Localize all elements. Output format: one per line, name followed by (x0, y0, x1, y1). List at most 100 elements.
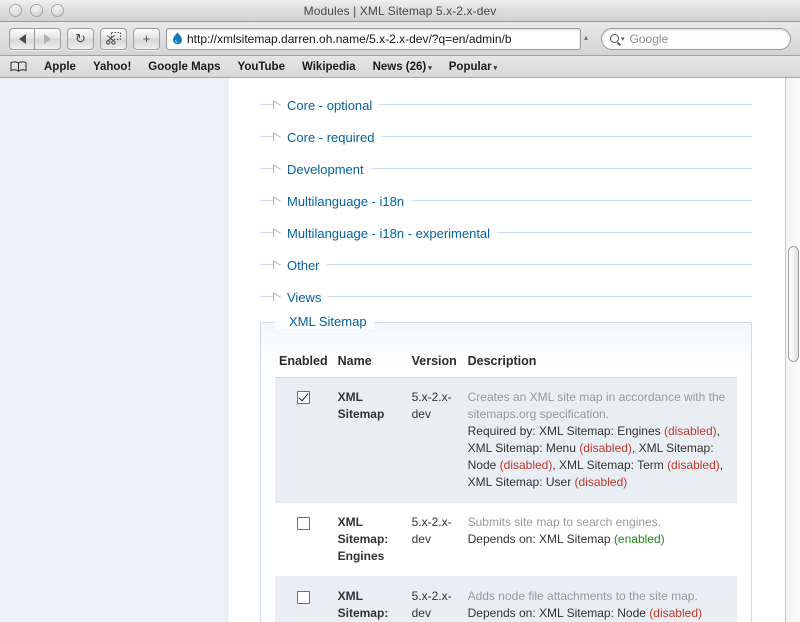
search-icon (610, 34, 619, 43)
modules-table-body: XML Sitemap5.x-2.x-devCreates an XML sit… (275, 378, 737, 622)
zoom-button[interactable] (51, 4, 64, 17)
cell-version: 5.x-2.x-dev (412, 378, 468, 503)
dependency-name: XML Sitemap: Engines (539, 424, 664, 438)
search-engine-chevron-icon[interactable]: ▾ (621, 35, 625, 43)
chevron-right-icon (274, 102, 281, 110)
dependency-name: XML Sitemap: Node (539, 606, 649, 620)
browser-toolbar: ↻ + http://xmlsitemap (0, 22, 800, 56)
forward-button[interactable] (35, 28, 61, 50)
search-field[interactable]: ▾ Google (601, 28, 791, 50)
status-disabled: (disabled) (649, 606, 702, 620)
bookmark-label: Apple (44, 61, 76, 73)
browser-window: Modules | XML Sitemap 5.x-2.x-dev ↻ (0, 0, 800, 622)
fieldset-multilanguage-i18n-experimental[interactable]: Multilanguage - i18n - experimental (260, 213, 752, 245)
fieldset-legend[interactable]: Multilanguage - i18n - experimental (274, 226, 497, 241)
cell-enabled (275, 378, 338, 503)
fieldset-xml-sitemap: XML Sitemap Enabled Name Version Descrip… (260, 322, 752, 622)
bookmark-label: YouTube (238, 61, 285, 73)
table-row: XML Sitemap5.x-2.x-devCreates an XML sit… (275, 378, 737, 503)
modules-content: Core - optional Core - required Developm… (229, 78, 785, 622)
fieldset-legend[interactable]: Multilanguage - i18n (274, 194, 411, 209)
window-controls (0, 4, 64, 17)
fieldset-legend[interactable]: Core - optional (274, 98, 379, 113)
fieldset-label[interactable]: Other (287, 258, 320, 273)
scroll-thumb[interactable] (788, 246, 799, 362)
fieldset-core-required[interactable]: Core - required (260, 117, 752, 149)
bookmark-label: Popular (449, 61, 492, 73)
fieldset-other[interactable]: Other (260, 245, 752, 277)
cell-description: Creates an XML site map in accordance wi… (468, 378, 737, 503)
table-row: XML Sitemap: Engines5.x-2.x-devSubmits s… (275, 503, 737, 577)
back-triangle-icon (19, 34, 26, 44)
fieldset-label[interactable]: Core - optional (287, 98, 372, 113)
bookmark-item-youtube[interactable]: YouTube (238, 61, 285, 73)
bookmark-item-news[interactable]: News (26)▾ (373, 61, 432, 73)
reload-button[interactable]: ↻ (67, 28, 94, 50)
fieldset-legend[interactable]: Views (274, 290, 328, 305)
description-summary: Submits site map to search engines. (468, 514, 727, 531)
bookmark-item-google-maps[interactable]: Google Maps (148, 61, 220, 73)
fieldset-label[interactable]: Core - required (287, 130, 374, 145)
description-summary: Creates an XML site map in accordance wi… (468, 389, 727, 423)
snippet-button[interactable] (100, 28, 127, 50)
address-bar[interactable]: http://xmlsitemap.darren.oh.name/5.x-2.x… (166, 28, 581, 50)
add-bookmark-button[interactable]: + (133, 28, 160, 50)
column-header-description: Description (468, 354, 737, 378)
fieldset-views[interactable]: Views (260, 277, 752, 309)
description-dependencies: Depends on: XML Sitemap (enabled) (468, 531, 727, 548)
module-enabled-checkbox[interactable] (297, 517, 310, 530)
address-dropdown-icon[interactable]: ▴ (581, 28, 591, 48)
address-text: http://xmlsitemap.darren.oh.name/5.x-2.x… (187, 32, 577, 46)
close-button[interactable] (9, 4, 22, 17)
page-sidebar (0, 78, 229, 622)
book-icon[interactable] (10, 61, 27, 72)
fieldset-body: Enabled Name Version Description XML Sit… (261, 323, 751, 622)
module-enabled-checkbox[interactable] (297, 391, 310, 404)
web-page: Core - optional Core - required Developm… (0, 78, 785, 622)
address-area: http://xmlsitemap.darren.oh.name/5.x-2.x… (166, 28, 591, 50)
bookmark-item-wikipedia[interactable]: Wikipedia (302, 61, 356, 73)
chevron-right-icon (274, 230, 281, 238)
chevron-down-icon (275, 318, 283, 325)
fieldset-legend[interactable]: Other (274, 258, 327, 273)
scrollbar-track[interactable] (786, 78, 800, 622)
module-enabled-checkbox[interactable] (297, 591, 310, 604)
cell-name: XML Sitemap: Engines (338, 503, 412, 577)
bookmark-item-apple[interactable]: Apple (44, 61, 76, 73)
cell-version: 5.x-2.x-dev (412, 503, 468, 577)
chevron-right-icon (274, 198, 281, 206)
window-title: Modules | XML Sitemap 5.x-2.x-dev (0, 4, 800, 18)
bookmark-item-popular[interactable]: Popular▾ (449, 61, 497, 73)
bookmark-label: Google Maps (148, 61, 220, 73)
dependency-name: XML Sitemap (539, 532, 614, 546)
chevron-down-icon: ▾ (494, 65, 498, 72)
fieldset-multilanguage-i18n[interactable]: Multilanguage - i18n (260, 181, 752, 213)
cell-name: XML Sitemap (338, 378, 412, 503)
cell-description: Submits site map to search engines.Depen… (468, 503, 737, 577)
minimize-button[interactable] (30, 4, 43, 17)
chevron-down-icon: ▾ (428, 65, 432, 72)
vertical-scrollbar[interactable] (785, 78, 800, 622)
plus-icon: + (143, 32, 151, 45)
fieldset-label[interactable]: Multilanguage - i18n - experimental (287, 226, 490, 241)
window-titlebar: Modules | XML Sitemap 5.x-2.x-dev (0, 0, 800, 22)
fieldset-development[interactable]: Development (260, 149, 752, 181)
fieldset-legend[interactable]: Core - required (274, 130, 381, 145)
drupal-drop-icon (171, 32, 184, 45)
fieldset-label[interactable]: Multilanguage - i18n (287, 194, 404, 209)
fieldset-legend[interactable]: Development (274, 162, 371, 177)
description-dependencies: Depends on: XML Sitemap: Node (disabled) (468, 605, 727, 622)
fieldset-core-optional[interactable]: Core - optional (260, 85, 752, 117)
cell-version: 5.x-2.x-dev (412, 577, 468, 622)
fieldset-rule (260, 296, 752, 297)
fieldset-label[interactable]: Development (287, 162, 364, 177)
fieldset-legend[interactable]: XML Sitemap (275, 314, 374, 329)
modules-table: Enabled Name Version Description XML Sit… (275, 354, 737, 622)
fieldset-label[interactable]: XML Sitemap (289, 314, 367, 329)
column-header-name: Name (338, 354, 412, 378)
bookmark-item-yahoo[interactable]: Yahoo! (93, 61, 131, 73)
fieldset-label[interactable]: Views (287, 290, 321, 305)
fieldset-rule (260, 264, 752, 265)
back-button[interactable] (9, 28, 35, 50)
scissors-icon (106, 32, 121, 45)
